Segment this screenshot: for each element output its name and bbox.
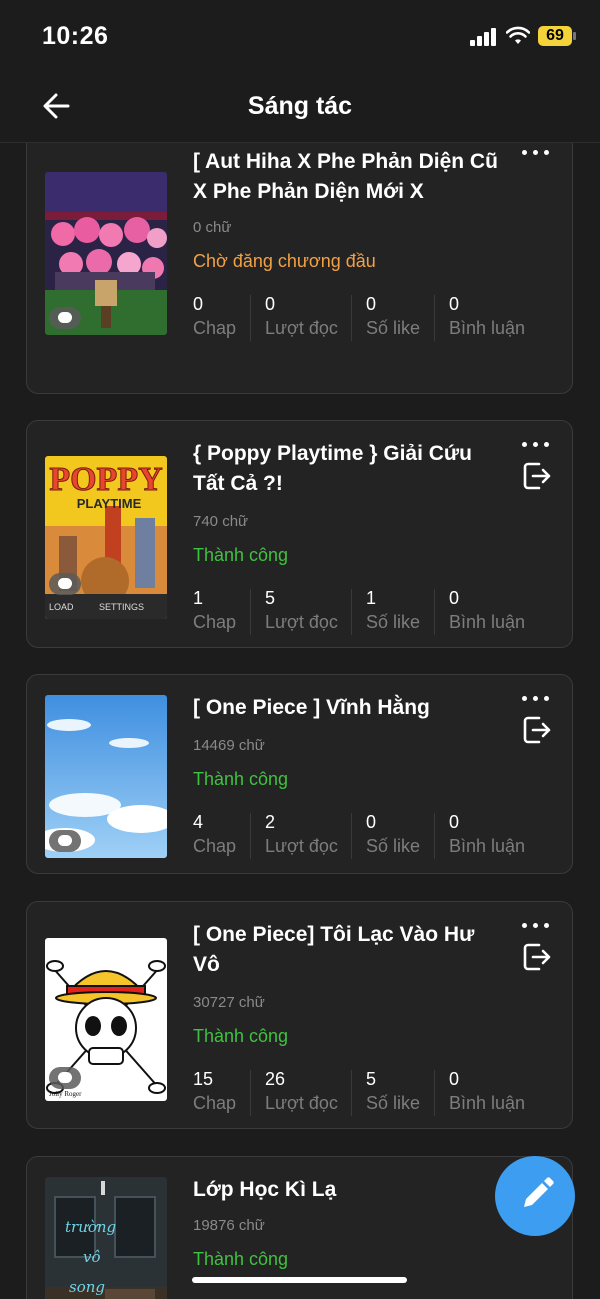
battery-icon: 69 xyxy=(538,26,572,46)
story-cover: POPPY PLAYTIME LOAD SETTINGS xyxy=(45,456,167,619)
exit-icon[interactable] xyxy=(522,942,552,972)
story-cover: Jolly Roger xyxy=(45,938,167,1101)
word-count: 19876 chữ xyxy=(193,1217,265,1234)
cover-text: LOAD xyxy=(49,602,74,612)
view-count: 26 xyxy=(265,1069,286,1089)
chap-label: Chap xyxy=(193,1093,237,1113)
chap-label: Chap xyxy=(193,612,237,632)
views-label: Lượt đọc xyxy=(265,612,338,632)
comment-count: 0 xyxy=(449,812,460,832)
view-count: 5 xyxy=(265,588,276,608)
story-list: [ Aut Hiha X Phe Phản Diện Cũ X Phe Phản… xyxy=(0,142,600,1299)
cover-text: trường xyxy=(65,1218,116,1236)
story-card[interactable]: [ One Piece ] Vĩnh Hằng 14469 chữ Thành … xyxy=(26,674,573,874)
story-status: Thành công xyxy=(193,769,289,789)
wifi-icon xyxy=(506,26,530,44)
comment-icon xyxy=(49,573,81,595)
chap-count: 0 xyxy=(193,294,204,314)
word-count: 0 chữ xyxy=(193,219,232,236)
comment-icon xyxy=(49,307,81,329)
story-cover xyxy=(45,172,167,335)
comments-label: Bình luận xyxy=(449,612,526,632)
word-count: 30727 chữ xyxy=(193,994,265,1011)
cover-text: SETTINGS xyxy=(99,602,144,612)
views-label: Lượt đọc xyxy=(265,1093,338,1113)
like-count: 1 xyxy=(366,588,377,608)
comments-label: Bình luận xyxy=(449,1093,526,1113)
story-stats: 1 Chap 5 Lượt đọc 1 Số like 0 Bình luận xyxy=(193,587,553,637)
comment-count: 0 xyxy=(449,1069,460,1089)
story-title: [ Aut Hiha X Phe Phản Diện Cũ X Phe Phản… xyxy=(193,150,498,203)
cover-text: PLAYTIME xyxy=(77,496,142,511)
story-stats: 0 Chap 0 Lượt đọc 0 Số like 0 Bình luận xyxy=(193,293,553,343)
cover-text: POPPY xyxy=(49,461,162,498)
story-title: [ One Piece ] Vĩnh Hằng xyxy=(193,696,430,719)
more-horizontal-icon[interactable] xyxy=(522,693,550,703)
comment-count: 0 xyxy=(449,588,460,608)
story-status: Thành công xyxy=(193,1249,289,1269)
like-count: 0 xyxy=(366,294,377,314)
story-stats: 4 Chap 2 Lượt đọc 0 Số like 0 Bình luận xyxy=(193,811,553,861)
likes-label: Số like xyxy=(366,836,421,856)
views-label: Lượt đọc xyxy=(265,318,338,338)
comments-label: Bình luận xyxy=(449,318,526,338)
more-horizontal-icon[interactable] xyxy=(522,147,550,157)
story-card[interactable]: [ Aut Hiha X Phe Phản Diện Cũ X Phe Phản… xyxy=(26,142,573,394)
signal-icon xyxy=(470,28,498,46)
status-bar: 10:26 69 xyxy=(0,0,600,70)
comment-icon xyxy=(49,830,81,852)
likes-label: Số like xyxy=(366,612,421,632)
cover-text: Jolly Roger xyxy=(49,1090,82,1098)
comment-icon xyxy=(49,1067,81,1089)
page-title: Sáng tác xyxy=(247,92,353,120)
chap-count: 4 xyxy=(193,812,204,832)
pencil-icon xyxy=(524,1177,554,1207)
story-title: [ One Piece] Tôi Lạc Vào Hư Vô xyxy=(193,923,475,976)
story-card[interactable]: POPPY PLAYTIME LOAD SETTINGS { Poppy Pla… xyxy=(26,420,573,648)
story-card[interactable]: Jolly Roger [ One Piece] Tôi Lạc Vào Hư … xyxy=(26,901,573,1129)
view-count: 0 xyxy=(265,294,276,314)
cover-text: song xyxy=(69,1278,105,1296)
story-cover xyxy=(45,695,167,858)
more-horizontal-icon[interactable] xyxy=(522,920,550,930)
story-cover: trường vô song xyxy=(45,1177,167,1299)
view-count: 2 xyxy=(265,812,276,832)
like-count: 5 xyxy=(366,1069,377,1089)
more-horizontal-icon[interactable] xyxy=(522,439,550,449)
views-label: Lượt đọc xyxy=(265,836,338,856)
comment-count: 0 xyxy=(449,294,460,314)
like-count: 0 xyxy=(366,812,377,832)
exit-icon[interactable] xyxy=(522,715,552,745)
story-stats: 15 Chap 26 Lượt đọc 5 Số like 0 Bình luận xyxy=(193,1068,553,1118)
comments-label: Bình luận xyxy=(449,836,526,856)
write-fab-button[interactable] xyxy=(495,1156,575,1236)
chap-label: Chap xyxy=(193,318,237,338)
home-indicator xyxy=(192,1277,407,1283)
story-title: Lớp Học Kì Lạ xyxy=(193,1178,337,1201)
status-time: 10:26 xyxy=(42,22,109,50)
story-status: Chờ đăng chương đầu xyxy=(193,251,376,271)
likes-label: Số like xyxy=(366,318,421,338)
word-count: 740 chữ xyxy=(193,513,249,530)
story-title: { Poppy Playtime } Giải Cứu Tất Cả ?! xyxy=(193,442,472,495)
chap-count: 15 xyxy=(193,1069,214,1089)
story-status: Thành công xyxy=(193,1026,289,1046)
exit-icon[interactable] xyxy=(522,461,552,491)
likes-label: Số like xyxy=(366,1093,421,1113)
app-header: Sáng tác xyxy=(0,70,600,143)
cover-text: vô xyxy=(83,1248,101,1266)
chap-count: 1 xyxy=(193,588,204,608)
chap-label: Chap xyxy=(193,836,237,856)
story-status: Thành công xyxy=(193,545,289,565)
word-count: 14469 chữ xyxy=(193,737,265,754)
